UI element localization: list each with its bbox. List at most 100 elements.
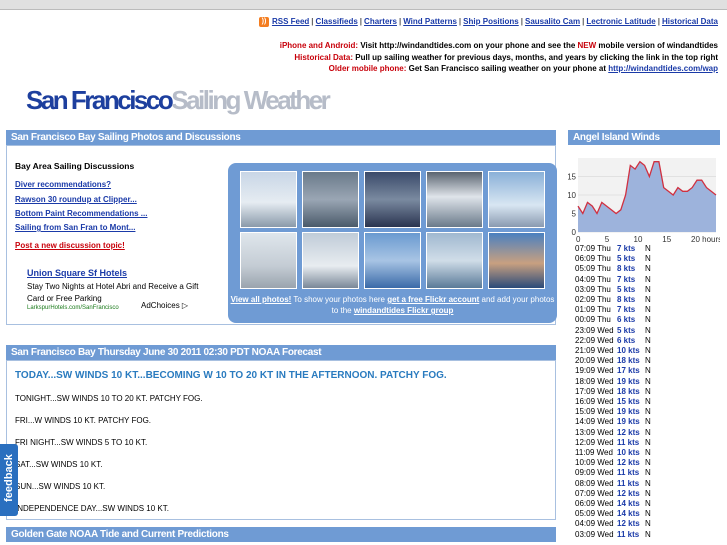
feedback-tab[interactable]: feedback xyxy=(0,444,18,516)
photo-thumb[interactable] xyxy=(426,171,483,228)
reading-speed: 12 kts xyxy=(617,427,640,437)
wind-reading-row: 14:09 Wed 19 kts N xyxy=(575,417,651,427)
nav-charters[interactable]: Charters xyxy=(364,17,397,26)
reading-direction: N xyxy=(645,315,651,325)
reading-time: 16:09 Wed xyxy=(575,397,614,407)
photo-thumb[interactable] xyxy=(488,171,545,228)
reading-time: 21:09 Wed xyxy=(575,346,614,356)
reading-time: 03:09 Wed xyxy=(575,529,614,539)
y-tick-label: 10 xyxy=(568,191,577,200)
reading-direction: N xyxy=(645,458,651,468)
reading-time: 13:09 Wed xyxy=(575,427,614,437)
x-ticks: 0 5 10 15 20 hours ago xyxy=(576,235,720,244)
reading-time: 15:09 Wed xyxy=(575,407,614,417)
flickr-group-link[interactable]: windandtides Flickr group xyxy=(354,306,454,315)
flickr-account-link[interactable]: get a free Flickr account xyxy=(387,295,479,304)
photo-thumb[interactable] xyxy=(364,171,421,228)
wind-reading-row: 05:09 Wed 14 kts N xyxy=(575,509,651,519)
wind-reading-row: 04:09 Wed 12 kts N xyxy=(575,519,651,529)
reading-speed: 10 kts xyxy=(617,448,640,458)
reading-speed: 5 kts xyxy=(617,254,636,264)
photo-thumb[interactable] xyxy=(240,171,297,228)
photo-thumb[interactable] xyxy=(488,232,545,289)
reading-direction: N xyxy=(645,244,651,253)
wind-reading-row: 17:09 Wed 18 kts N xyxy=(575,387,651,397)
reading-direction: N xyxy=(645,397,651,407)
rss-icon[interactable]: )) xyxy=(258,17,269,27)
ad-title-link[interactable]: Union Square Sf Hotels xyxy=(27,268,127,278)
wap-link[interactable]: http://windandtides.com/wap xyxy=(608,64,718,73)
forecast-headline: TODAY...SW WINDS 10 KT...BECOMING W 10 T… xyxy=(15,370,447,381)
wind-reading-row: 08:09 Wed 11 kts N xyxy=(575,479,651,489)
nav-classifieds[interactable]: Classifieds xyxy=(316,17,358,26)
reading-speed: 18 kts xyxy=(617,356,640,366)
reading-speed: 6 kts xyxy=(617,335,636,345)
reading-speed: 19 kts xyxy=(617,407,640,417)
new-badge: NEW xyxy=(577,41,597,50)
reading-speed: 12 kts xyxy=(617,519,640,529)
notice-text: mobile version of windandtides xyxy=(596,41,718,50)
x-tick-label: 15 xyxy=(662,235,671,244)
forecast-line: FRI...W WINDS 10 KT. PATCHY FOG. xyxy=(15,416,152,425)
discussion-link[interactable]: Bottom Paint Recommendations ... xyxy=(15,209,147,218)
reading-direction: N xyxy=(645,417,651,427)
ad-url[interactable]: LarkspurHotels.com/SanFrancisco xyxy=(27,305,119,311)
wind-reading-row: 09:09 Wed 11 kts N xyxy=(575,468,651,478)
wind-reading-row: 00:09 Thu 6 kts N xyxy=(575,315,651,325)
reading-speed: 11 kts xyxy=(617,529,640,539)
discussion-link[interactable]: Diver recommendations? xyxy=(15,180,111,189)
photo-thumb[interactable] xyxy=(240,232,297,289)
nav-wind-patterns[interactable]: Wind Patterns xyxy=(403,17,457,26)
reading-time: 10:09 Wed xyxy=(575,458,614,468)
winds-header: Angel Island Winds xyxy=(568,130,720,145)
forecast-line: SAT...SW WINDS 10 KT. xyxy=(15,460,103,469)
nav-rss[interactable]: RSS Feed xyxy=(272,17,309,26)
photo-thumb[interactable] xyxy=(364,232,421,289)
reading-direction: N xyxy=(645,274,651,284)
nav-lectronic-latitude[interactable]: Lectronic Latitude xyxy=(586,17,655,26)
reading-speed: 5 kts xyxy=(617,284,636,294)
photos-header: San Francisco Bay Sailing Photos and Dis… xyxy=(6,130,556,145)
reading-speed: 19 kts xyxy=(617,417,640,427)
reading-time: 09:09 Wed xyxy=(575,468,614,478)
wind-reading-row: 02:09 Thu 8 kts N xyxy=(575,295,651,305)
reading-speed: 11 kts xyxy=(617,437,640,447)
post-discussion-link[interactable]: Post a new discussion topic! xyxy=(15,241,125,250)
reading-time: 04:09 Wed xyxy=(575,519,614,529)
wind-reading-row: 07:09 Wed 12 kts N xyxy=(575,489,651,499)
nav-historical-data[interactable]: Historical Data xyxy=(662,17,718,26)
tides-header: Golden Gate NOAA Tide and Current Predic… xyxy=(6,527,556,542)
reading-time: 04:09 Thu xyxy=(575,274,611,284)
reading-time: 23:09 Wed xyxy=(575,325,614,335)
reading-speed: 10 kts xyxy=(617,346,640,356)
wind-reading-row: 03:09 Thu 5 kts N xyxy=(575,285,651,295)
photo-thumb[interactable] xyxy=(426,232,483,289)
reading-direction: N xyxy=(645,519,651,529)
photo-thumb[interactable] xyxy=(302,171,359,228)
forecast-line: FRI NIGHT...SW WINDS 5 TO 10 KT. xyxy=(15,438,148,447)
reading-time: 11:09 Wed xyxy=(575,448,613,458)
reading-direction: N xyxy=(645,346,651,356)
wind-reading-row: 11:09 Wed 10 kts N xyxy=(575,448,651,458)
forecast-header: San Francisco Bay Thursday June 30 2011 … xyxy=(6,345,556,360)
reading-speed: 8 kts xyxy=(617,264,636,274)
discussion-link[interactable]: Sailing from San Fran to Mont... xyxy=(15,223,135,232)
adchoices-link[interactable]: AdChoices ▷ xyxy=(141,301,188,310)
reading-speed: 7 kts xyxy=(617,244,636,253)
notices: iPhone and Android: Visit http://windand… xyxy=(280,40,718,75)
nav-ship-positions[interactable]: Ship Positions xyxy=(463,17,519,26)
reading-time: 06:09 Thu xyxy=(575,254,611,264)
view-all-photos-link[interactable]: View all photos! xyxy=(231,295,292,304)
discussion-link[interactable]: Rawson 30 roundup at Clipper... xyxy=(15,195,137,204)
wind-reading-row: 04:09 Thu 7 kts N xyxy=(575,275,651,285)
notice-label: Older mobile phone: xyxy=(328,64,407,73)
caption-text: To show your photos here xyxy=(291,295,388,304)
reading-speed: 15 kts xyxy=(617,397,640,407)
x-tick-label: 0 xyxy=(576,235,581,244)
site-logo[interactable]: San FranciscoSailing Weather xyxy=(26,85,331,116)
photo-thumb[interactable] xyxy=(302,232,359,289)
reading-direction: N xyxy=(645,284,651,294)
nav-sausalito-cam[interactable]: Sausalito Cam xyxy=(525,17,580,26)
reading-direction: N xyxy=(645,499,651,509)
wind-reading-row: 07:09 Thu 7 kts N xyxy=(575,244,651,254)
